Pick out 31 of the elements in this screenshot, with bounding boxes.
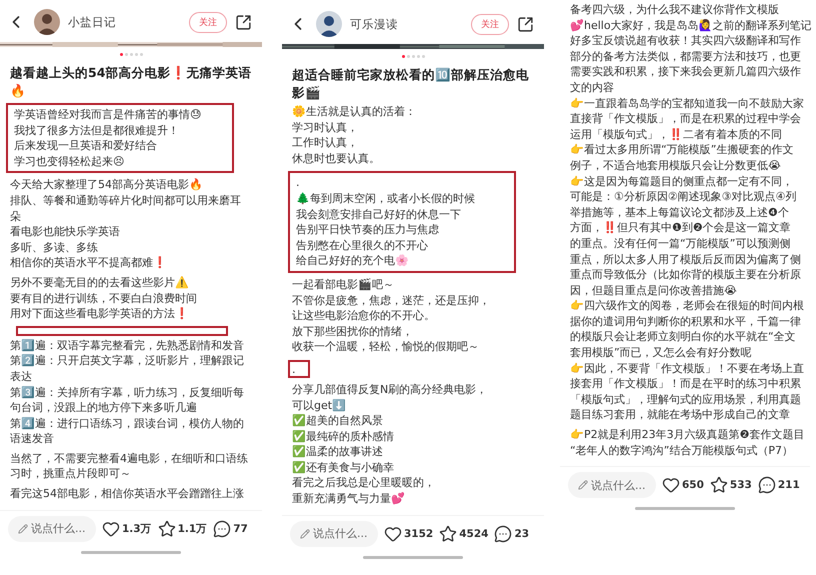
- comment-count: 77: [233, 522, 248, 535]
- author-name[interactable]: 可乐漫读: [350, 16, 463, 32]
- favorite-count: 1.1万: [178, 522, 208, 536]
- favorite-count: 533: [730, 479, 752, 492]
- follow-button[interactable]: 关注: [471, 14, 509, 34]
- follow-button[interactable]: 关注: [189, 12, 227, 32]
- post-paragraph: 👉P2就是利用23年3月六级真题第❷套作文题目 “老年人的数字鸿沟”结合万能模版句式（P7）: [569, 427, 806, 458]
- comment-count: 23: [514, 528, 530, 540]
- post-paragraph: .: [291, 362, 296, 378]
- post-paragraph: 今天给大家整理了54部高分英语电影🔥 排队、等餐和通勤等碎片化时间都可以用来磨耳 朵 看电影也能快乐学英语 多听、多读、多练 相信你的英语水平不提高都难❗: [9, 177, 242, 271]
- post-paragraph: 分享几部值得反复N刷的高分经典电影， 可以get⬇ ✅超美的自然风景 ✅最纯碎的质朴感情 ✅温柔的故事讲述 ✅还有美食与小确幸 看完之后我总是心里暖暖的， 重新充满勇气与力量💕: [291, 382, 488, 507]
- like-count: 650: [682, 479, 704, 492]
- comment-count: 211: [778, 479, 800, 492]
- post-paragraph: 🌼生活就是认真的活着： 学习时认真， 工作时认真， 休息时也要认真。: [291, 104, 417, 166]
- like-count: 1.3万: [122, 522, 152, 536]
- post-paragraph: 学英语曾经对我而言是件痛苦的事情😓 我找了很多方法但是都很难提升！ 后来发现一旦英语和爱好结合 学习也变得轻松起来😣: [13, 107, 202, 170]
- favorite-count: 4524: [459, 528, 488, 540]
- post-paragraph: 一起看部电影🎬吧～ 不管你是疲惫，焦虑，迷茫，还是压抑， 让这些电影治愈你的不开心。 放下那些困扰你的情绪， 收获一个温暖，轻松，愉悦的假期吧～: [291, 276, 491, 355]
- post-paragraph: 看完这54部电影，相信你英语水平会蹭蹭往上涨: [9, 486, 245, 502]
- comment-field[interactable]: 说点什么...: [290, 520, 378, 547]
- author-name[interactable]: 小盐日记: [68, 14, 181, 30]
- post-paragraph: 备考四六级，为什么我不建议你背作文模版 💕hello大家好，我是岛岛🙋‍♀之前的翻译系列笔记 好多宝反馈说超有收获！其实四六级翻译和写作 部分的备考方法类似，都需要方法和技巧，也更 需要实践和积累，接下来我会更新几篇四六级作 文的内容 👉一直跟着岛岛学的宝都知道我一向不鼓励大家 直接背「作文模版」，而是在积累的过程中学会 运用「模版句式」，‼二者有着本质的不同 👉看过太多用所谓“万能模版”生搬硬套的作文 例子，不适合地套用模版只会让分数更低😭 👉这是因为每篇题目的侧重点都一定有不同， 可能是：①分析原因②阐述现象③对比观点④列 举措施等，基本上每篇议论文都涉及上述❹个 方面，‼但只有其中❶到❷个会是这一篇文章 的重点。没有任何一篇“万能模版”可以预测侧 重点，所以太多人用了模版后反而因为偏离了侧 重点而导致低分（比如你背的模版主要在分析原 因，但题目重点是问你改善措施😭 👉四六级作文的阅卷，老师会在很短的时间内根 据你的遣词用句判断你的积累和水平，千篇一律 的模版只会让老师立刻明白你的水平就在“全文 套用模版”而已，又怎么会有好分数呢 👉因此，不要背「作文模版」！不要在考场上直 接套用「作文模版」！而是在平时的练习中积累 「模版句式」，理解句式的应用场景，利用真题 题目练习套用，就能在考场中形成自己的文章: [569, 2, 810, 424]
- like-count: 3152: [404, 528, 434, 540]
- post-paragraph: 第1⃣遍：双语字幕完整看完，先熟悉剧情和发音 第2⃣遍：只开启英文字幕，泛听影片，理解跟记 表达 第3⃣遍：关掉所有字幕，听力练习，反复细听每 句台词，没跟上的地方停下来多听几遍 第4⃣遍：进行口语练习，跟读台词，模仿人物的 语速发音: [9, 338, 245, 447]
- post-paragraph: 另外不要毫无目的的去看这些影片⚠ 要有目的进行训练，不要白白浪费时间 用对下面这些看电影学英语的方法❗: [9, 274, 198, 322]
- post-title: 超适合睡前宅家放松看的🔟部解压治愈电 影🎬: [291, 66, 530, 102]
- post-title: 越看越上头的54部高分电影❗无痛学英语 🔥: [9, 64, 252, 100]
- comment-field[interactable]: 说点什么...: [8, 516, 96, 542]
- post-paragraph: . 🌲每到周末空闲，或者小长假的时候 我会刻意安排自己好好的休息一下 告别平日快节奏的压力与焦虑 告别憋在心里很久的不开心 给自己好好的充个电🌸: [295, 175, 476, 269]
- post-paragraph: 当然了，不需要完整看4遍电影，在细听和口语练 习时，挑重点片段即可～: [9, 450, 249, 482]
- comment-field[interactable]: 说点什么...: [568, 472, 656, 498]
